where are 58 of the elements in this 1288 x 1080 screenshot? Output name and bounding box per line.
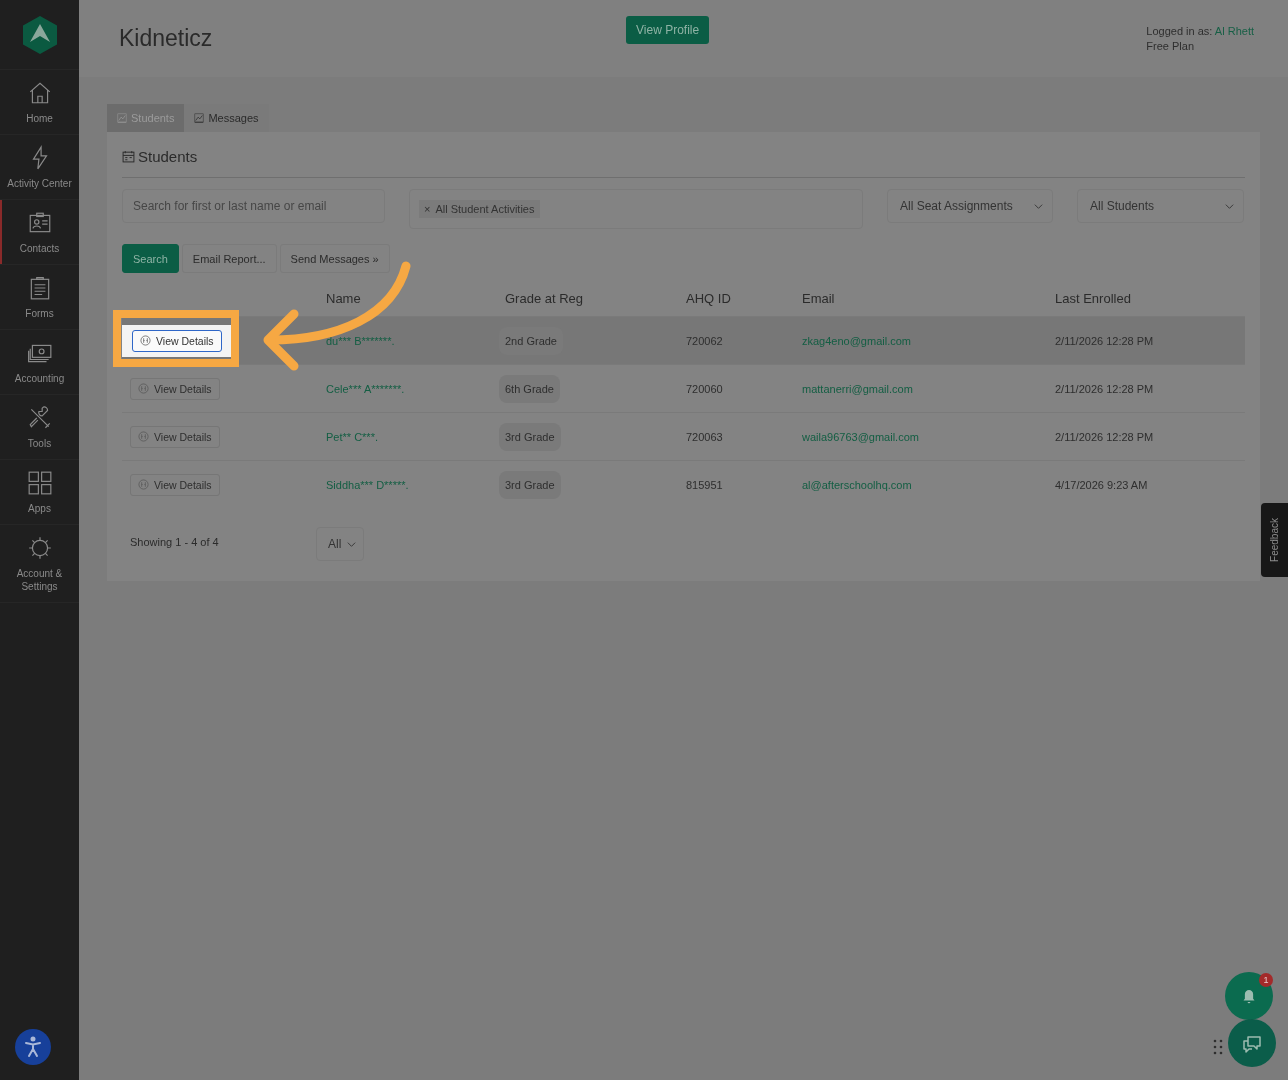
search-field[interactable]: Search for first or last name or email (122, 189, 385, 223)
student-name-link[interactable]: Cele*** A*******. (326, 382, 405, 395)
column-header: AHQ ID (686, 290, 732, 308)
email-link[interactable]: waila96763@gmail.com (802, 430, 919, 443)
globe-icon (140, 335, 151, 346)
search-button[interactable]: Search (122, 244, 179, 273)
action-button[interactable]: Email Report... (181, 244, 277, 273)
table-cell: 720063 (686, 430, 723, 443)
grade-badge: 6th Grade (499, 374, 560, 403)
table-cell: 4/17/2026 9:23 AM (1055, 478, 1148, 491)
action-button[interactable]: Send Messages » (279, 244, 390, 273)
email-link[interactable]: mattanerri@gmail.com (802, 382, 913, 395)
dropdown[interactable]: All Seat Assignments (887, 189, 1053, 223)
app-title: Kidneticz (119, 25, 213, 52)
accessibility-button[interactable] (15, 1029, 51, 1065)
column-header: Grade at Reg (505, 290, 585, 308)
globe-icon (138, 383, 149, 394)
table-row[interactable]: View Details Siddha*** D*****. 3rd Grade 815951 al@afterschoolhq.com 4/17/2026 9:23 AM (122, 460, 1245, 508)
user-link[interactable]: Al Rhett (1214, 25, 1254, 37)
column-header: Last Enrolled (1055, 290, 1132, 308)
plan-label: Free Plan (1146, 39, 1196, 54)
table-cell: 2/11/2026 12:28 PM (1055, 334, 1154, 347)
panel-title: Students (138, 148, 198, 165)
drag-handle-icon[interactable] (1213, 1039, 1223, 1055)
table-cell: 2/11/2026 12:28 PM (1055, 430, 1154, 443)
chart-icon (194, 113, 205, 123)
calendar-icon (122, 150, 135, 163)
email-link[interactable]: al@afterschoolhq.com (802, 478, 912, 491)
gear-icon (26, 535, 53, 561)
student-name-link[interactable]: Pet** C***. (326, 430, 378, 443)
table-cell: 815951 (686, 478, 723, 491)
grade-badge: 3rd Grade (499, 422, 561, 451)
page-size-dropdown[interactable]: All (316, 527, 364, 561)
table-row[interactable]: View Details Pet** C***. 3rd Grade 720063 waila96763@gmail.com 2/11/2026 12:28 PM (122, 412, 1245, 460)
column-header: Email (802, 290, 836, 308)
feedback-tab[interactable]: Feedback (1261, 503, 1288, 577)
table-cell: 720060 (686, 382, 723, 395)
dropdown[interactable]: All Students (1077, 189, 1244, 223)
table-row[interactable]: View Details Cele*** A*******. 6th Grade 720060 mattanerri@gmail.com 2/11/2026 12:28 PM (122, 364, 1245, 412)
table-cell: 2/11/2026 12:28 PM (1055, 382, 1154, 395)
student-name-link[interactable]: Siddha*** D*****. (326, 478, 409, 491)
activity-filter-field[interactable]: × All Student Activities (409, 189, 863, 229)
view-details-button[interactable]: View Details (130, 473, 220, 496)
view-details-button[interactable]: View Details (130, 425, 220, 448)
pagination-summary: Showing 1 - 4 of 4 (130, 536, 220, 548)
column-header: Name (326, 290, 362, 308)
logged-in-label: Logged in as: (1146, 25, 1213, 37)
table-row[interactable]: View Details du*** B*******. 2nd Grade 720062 zkag4eno@gmail.com 2/11/2026 12:28 PM (122, 316, 1245, 364)
grid-icon (26, 470, 53, 496)
view-details-button[interactable]: View Details (132, 329, 222, 352)
grade-badge: 3rd Grade (499, 470, 561, 499)
table-cell: 720062 (686, 334, 723, 347)
globe-icon (138, 479, 149, 490)
view-profile-button[interactable]: View Profile (626, 16, 710, 44)
view-details-button[interactable]: View Details (130, 377, 220, 400)
filter-chip[interactable]: × All Student Activities (419, 200, 540, 218)
globe-icon (138, 431, 149, 442)
chart-icon (117, 113, 127, 123)
